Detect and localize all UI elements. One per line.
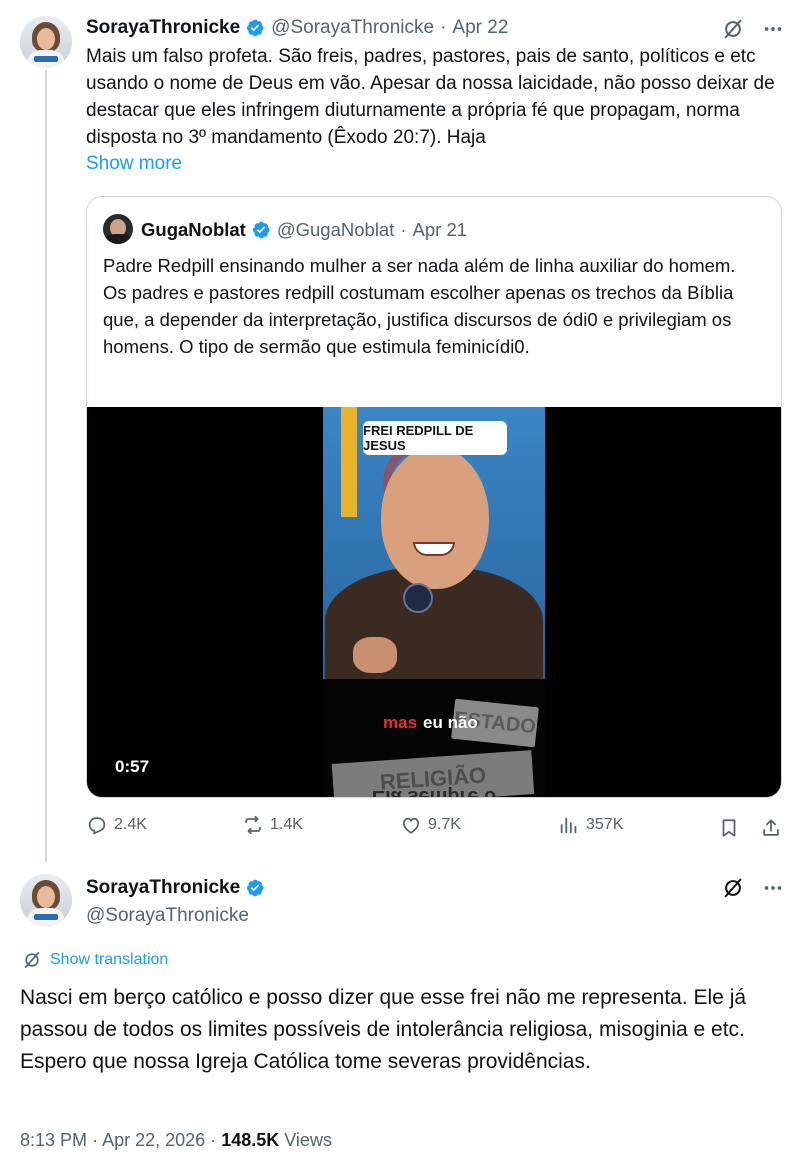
heart-icon [402,817,420,834]
tweet-time[interactable]: 8:13 PM [20,1130,87,1150]
separator: · [400,219,407,240]
views-total: 148.5K [221,1130,280,1150]
video-player[interactable]: FREI REDPILL DE JESUS ESTADO RELIGIÃO El… [87,407,781,798]
reply-button[interactable]: 2.4K [86,814,147,836]
main-tweet-header: SorayaThronicke [86,876,271,900]
video-caption-highlight: mas [383,713,418,732]
repost-button[interactable]: 1.4K [242,814,303,836]
avatar[interactable] [20,874,72,926]
verified-badge-icon [245,18,265,38]
thread-connector-line [45,70,47,862]
video-overlay-title: FREI REDPILL DE JESUS [363,421,507,455]
video-thumbnail: FREI REDPILL DE JESUS ESTADO RELIGIÃO El… [323,407,545,798]
video-mirrored-text: Ela sempre o [371,786,497,798]
views-label: Views [284,1130,332,1150]
grok-icon [24,952,40,968]
quoted-author-name: GugaNoblat [141,219,246,240]
like-count: 9.7K [428,816,461,833]
video-duration: 0:57 [115,757,150,776]
views-chart-icon [560,817,577,834]
share-button[interactable] [760,817,782,839]
quoted-tweet[interactable]: GugaNoblat @GugaNoblat · Apr 21 Padre Re… [86,196,782,798]
author-name[interactable]: SorayaThronicke [86,877,240,899]
show-translation-link[interactable]: Show translation [22,950,168,970]
tweet-text: Mais um falso profeta. São freis, padres… [86,46,775,148]
verified-badge-icon [245,878,265,898]
tweet-full-date[interactable]: Apr 22, 2026 [102,1130,205,1150]
action-bar: 2.4K 1.4K 9.7K 357K [86,814,784,844]
views-count: 357K [586,816,624,833]
quoted-avatar [103,214,133,244]
main-tweet-text: Nasci em berço católico e posso dizer qu… [20,986,747,1073]
separator: · [210,1130,217,1150]
show-translation-label: Show translation [50,951,169,968]
quoted-date: Apr 21 [412,219,468,240]
tweet-date[interactable]: Apr 22 [452,17,508,39]
separator: · [92,1130,99,1150]
grok-icon[interactable] [722,18,744,40]
reply-icon [88,817,106,835]
main-handle-row: @SorayaThronicke [86,904,249,928]
main-tweet-menu [722,877,784,899]
quoted-text: Padre Redpill ensinando mulher a ser nad… [103,255,736,357]
share-icon [763,819,779,836]
quoted-header: GugaNoblat @GugaNoblat · Apr 21 [141,218,467,242]
repost-count: 1.4K [270,816,303,833]
tweet-meta: 8:13 PM · Apr 22, 2026 · 148.5K Views [20,1130,332,1151]
more-icon[interactable] [762,18,784,40]
views-button[interactable]: 357K [558,814,623,836]
avatar[interactable] [20,16,72,68]
repost-icon [245,815,261,835]
verified-badge-icon [251,220,271,240]
reply-count: 2.4K [114,816,147,833]
more-icon[interactable] [762,877,784,899]
author-name[interactable]: SorayaThronicke [86,17,240,39]
grok-icon[interactable] [722,877,744,899]
like-button[interactable]: 9.7K [400,814,461,836]
video-caption-text: eu não [423,713,478,732]
author-handle[interactable]: @SorayaThronicke [86,905,249,927]
show-more-link[interactable]: Show more [86,153,182,175]
microphone-icon [403,583,433,613]
video-caption: mas eu não [383,713,478,733]
bookmark-button[interactable] [718,817,740,839]
separator: · [440,17,447,38]
bookmark-icon [722,819,736,837]
tweet-menu [722,18,784,40]
quoted-handle: @GugaNoblat [276,219,395,240]
author-handle[interactable]: @SorayaThronicke [271,17,434,39]
tweet-header: SorayaThronicke @SorayaThronicke · Apr 2… [86,16,508,40]
